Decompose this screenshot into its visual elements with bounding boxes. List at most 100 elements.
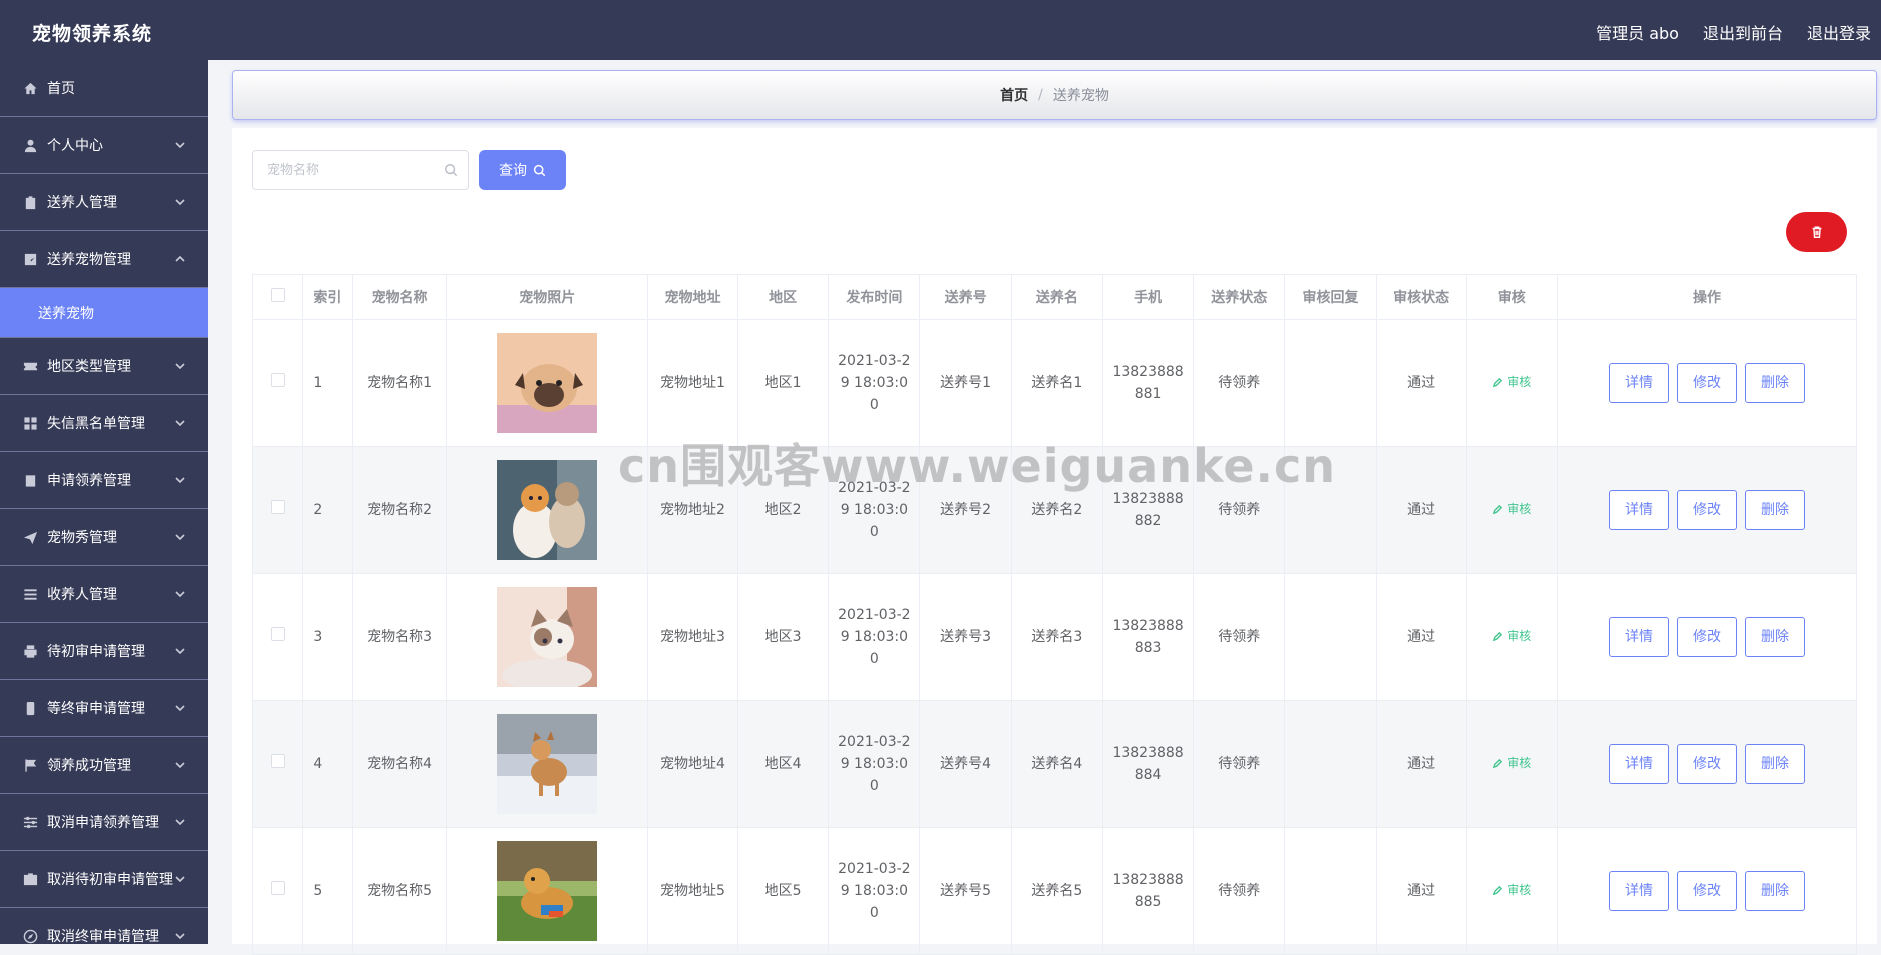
cell-time: 2021-03-29 18:03:00 bbox=[828, 573, 921, 701]
cell-phone: 13823888883 bbox=[1101, 573, 1195, 701]
delete-button[interactable]: 删除 bbox=[1744, 363, 1805, 403]
sidebar-item-1[interactable]: 个人中心 bbox=[0, 117, 208, 174]
cell-reply bbox=[1284, 446, 1377, 574]
sidebar-item-label: 个人中心 bbox=[47, 138, 103, 154]
cell-region: 地区4 bbox=[737, 700, 830, 828]
clipboard-icon bbox=[22, 194, 38, 210]
sidebar-item-label: 宠物秀管理 bbox=[47, 530, 117, 546]
cell-adopt-no: 送养号4 bbox=[919, 700, 1012, 828]
chevron-down-icon bbox=[174, 531, 186, 543]
edit-button[interactable]: 修改 bbox=[1676, 617, 1737, 657]
sidebar-item-label: 等终审申请管理 bbox=[47, 701, 145, 717]
sidebar-item-2[interactable]: 送养人管理 bbox=[0, 174, 208, 231]
edit-icon bbox=[1493, 885, 1503, 896]
search-icon bbox=[533, 164, 546, 176]
cell-adopt-name: 送养名1 bbox=[1010, 319, 1103, 447]
audit-cell: 审核 bbox=[1465, 573, 1558, 701]
audit-cell: 审核 bbox=[1465, 700, 1558, 828]
delete-button[interactable]: 删除 bbox=[1744, 744, 1805, 784]
sidebar-item-13[interactable]: 取消待初审申请管理 bbox=[0, 851, 208, 908]
select-all-checkbox[interactable] bbox=[270, 288, 285, 302]
edit-button[interactable]: 修改 bbox=[1676, 490, 1737, 530]
chevron-down-icon bbox=[174, 759, 186, 771]
cell-phone: 13823888882 bbox=[1101, 446, 1195, 574]
column-header: 宠物名称 bbox=[351, 274, 448, 320]
check-clipboard-icon bbox=[22, 472, 38, 488]
cell-address: 宠物地址1 bbox=[646, 319, 739, 447]
sidebar-item-14[interactable]: 取消终审申请管理 bbox=[0, 908, 208, 944]
detail-button[interactable]: 详情 bbox=[1608, 363, 1669, 403]
row-checkbox[interactable] bbox=[270, 373, 285, 387]
delete-button[interactable]: 删除 bbox=[1744, 490, 1805, 530]
table-row[interactable]: 5 宠物名称5 宠物地址5 地区5 2021-03-29 18:03:00 送养号5 送养名… bbox=[251, 827, 1858, 955]
sidebar-item-10[interactable]: 等终审申请管理 bbox=[0, 680, 208, 737]
pet-name-search-input[interactable] bbox=[252, 150, 469, 190]
sidebar-item-7[interactable]: 宠物秀管理 bbox=[0, 509, 208, 566]
query-button-label: 查询 bbox=[499, 163, 527, 179]
cell-audit-status: 通过 bbox=[1375, 827, 1467, 955]
sidebar-item-4[interactable]: 地区类型管理 bbox=[0, 338, 208, 395]
row-checkbox-cell bbox=[251, 319, 304, 447]
audit-link[interactable]: 审核 bbox=[1492, 371, 1531, 393]
audit-link[interactable]: 审核 bbox=[1492, 752, 1531, 774]
row-checkbox[interactable] bbox=[270, 754, 285, 768]
delete-button[interactable]: 删除 bbox=[1744, 617, 1805, 657]
pet-table: 索引 宠物名称 宠物照片 宠物地址 地区 发布时间 送养号 送养名 手机 送养状态 审核回复 审核状态… bbox=[251, 274, 1858, 955]
row-checkbox[interactable] bbox=[270, 627, 285, 641]
sidebar-item-label: 取消申请领养管理 bbox=[47, 815, 159, 831]
column-header: 操作 bbox=[1556, 274, 1858, 320]
sidebar-menu: 首页个人中心送养人管理 送养宠物管理 送养宠物 地区类型管理失信黑名单管理申请领养管理… bbox=[0, 60, 208, 944]
sidebar-item-9[interactable]: 待初审申请管理 bbox=[0, 623, 208, 680]
sidebar-item-6[interactable]: 申请领养管理 bbox=[0, 452, 208, 509]
audit-link[interactable]: 审核 bbox=[1492, 498, 1531, 520]
sidebar-item-11[interactable]: 领养成功管理 bbox=[0, 737, 208, 794]
sidebar-item-12[interactable]: 取消申请领养管理 bbox=[0, 794, 208, 851]
detail-button[interactable]: 详情 bbox=[1608, 490, 1669, 530]
table-row[interactable]: 2 宠物名称2 宠物地址2 地区2 2021-03-29 18:03:00 送养号2 送养名… bbox=[251, 446, 1858, 574]
chevron-down-icon bbox=[174, 702, 186, 714]
compass-icon bbox=[22, 928, 38, 944]
row-checkbox[interactable] bbox=[270, 881, 285, 895]
sidebar-item-label: 失信黑名单管理 bbox=[47, 416, 145, 432]
row-checkbox[interactable] bbox=[270, 500, 285, 514]
row-checkbox-cell bbox=[251, 827, 304, 955]
cell-reply bbox=[1284, 700, 1377, 828]
chevron-down-icon bbox=[174, 196, 186, 208]
detail-button[interactable]: 详情 bbox=[1608, 871, 1669, 911]
sidebar-item-0[interactable]: 首页 bbox=[0, 60, 208, 117]
cell-status: 待领养 bbox=[1193, 573, 1286, 701]
detail-button[interactable]: 详情 bbox=[1608, 744, 1669, 784]
edit-button[interactable]: 修改 bbox=[1676, 744, 1737, 784]
sidebar-item-5[interactable]: 失信黑名单管理 bbox=[0, 395, 208, 452]
breadcrumb-home[interactable]: 首页 bbox=[1000, 85, 1028, 105]
chevron-down-icon bbox=[174, 816, 186, 828]
chart-icon bbox=[22, 251, 38, 267]
cell-status: 待领养 bbox=[1193, 319, 1286, 447]
column-header: 手机 bbox=[1101, 274, 1195, 320]
query-button[interactable]: 查询 bbox=[479, 150, 566, 190]
cell-adopt-no: 送养号5 bbox=[919, 827, 1012, 955]
audit-link[interactable]: 审核 bbox=[1492, 625, 1531, 647]
logout-link[interactable]: 退出登录 bbox=[1807, 20, 1871, 44]
audit-link[interactable]: 审核 bbox=[1492, 879, 1531, 901]
exit-to-front-link[interactable]: 退出到前台 bbox=[1703, 20, 1783, 44]
pet-photo bbox=[497, 460, 598, 560]
send-icon bbox=[22, 529, 38, 545]
select-all-checkbox-cell[interactable] bbox=[251, 274, 304, 320]
detail-button[interactable]: 详情 bbox=[1608, 617, 1669, 657]
cell-address: 宠物地址2 bbox=[646, 446, 739, 574]
sidebar-item-3[interactable]: 送养宠物管理 bbox=[0, 231, 208, 288]
batch-delete-button[interactable] bbox=[1786, 212, 1847, 252]
cell-region: 地区2 bbox=[737, 446, 830, 574]
sidebar-item-8[interactable]: 收养人管理 bbox=[0, 566, 208, 623]
sidebar-subitem-active[interactable]: 送养宠物 bbox=[0, 288, 208, 338]
table-row[interactable]: 1 宠物名称1 宠物地址1 地区1 2021-03-29 18:03:00 送养号1 送养名… bbox=[251, 319, 1858, 447]
edit-button[interactable]: 修改 bbox=[1676, 363, 1737, 403]
admin-label: 管理员 abo bbox=[1596, 24, 1679, 43]
table-row[interactable]: 4 宠物名称4 宠物地址4 地区4 2021-03-29 18:03:00 送养号4 送养名… bbox=[251, 700, 1858, 828]
column-header: 送养名 bbox=[1010, 274, 1103, 320]
edit-button[interactable]: 修改 bbox=[1676, 871, 1737, 911]
delete-button[interactable]: 删除 bbox=[1744, 871, 1805, 911]
table-row[interactable]: 3 宠物名称3 宠物地址3 地区3 2021-03-29 18:03:00 送养号3 送养名… bbox=[251, 573, 1858, 701]
cell-audit-status: 通过 bbox=[1375, 700, 1467, 828]
